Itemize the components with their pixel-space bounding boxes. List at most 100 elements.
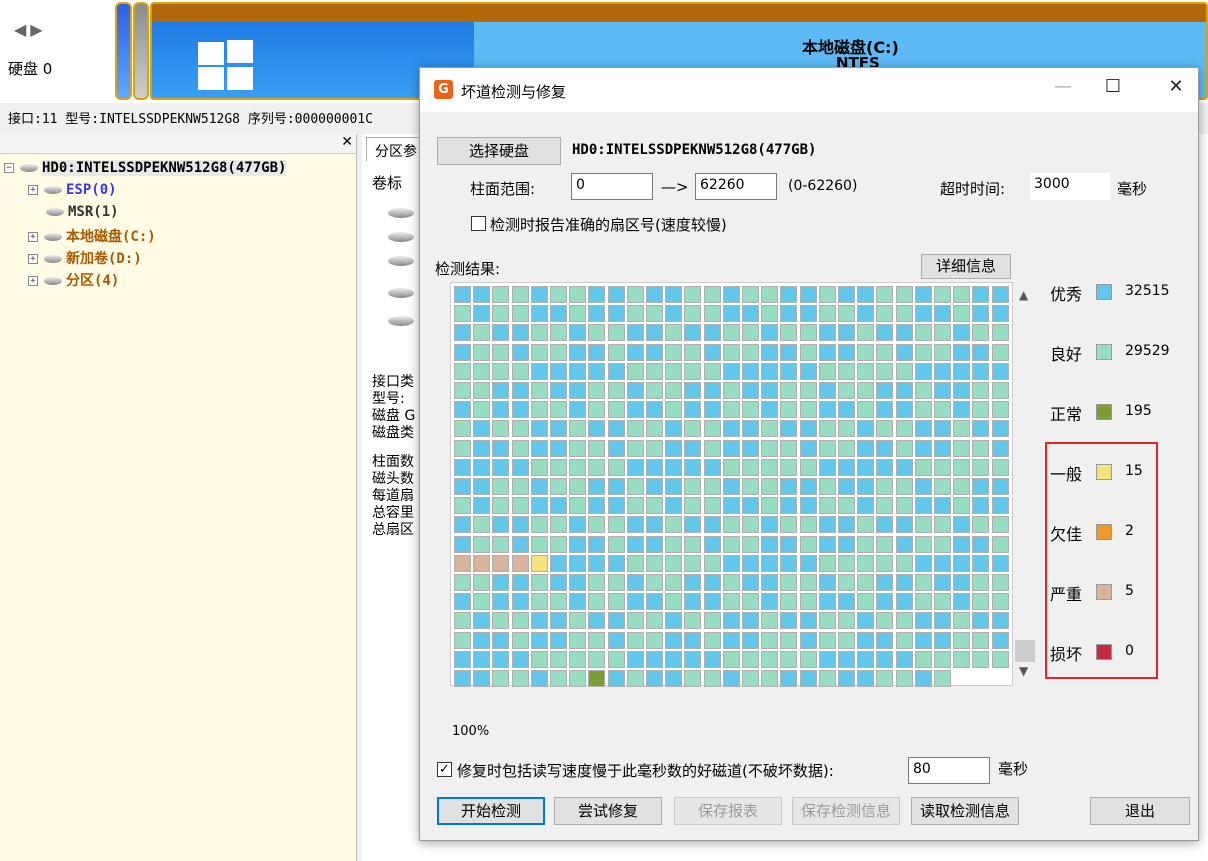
sector-cell [473, 324, 491, 342]
report-exact-checkbox[interactable] [471, 216, 486, 231]
sector-cell [722, 631, 740, 649]
sector-cell [626, 362, 644, 380]
select-disk-button[interactable]: 选择硬盘 [437, 137, 561, 165]
sector-cell [626, 670, 644, 687]
partition-row-icon[interactable] [388, 208, 414, 218]
slow-ms-input[interactable]: 80 [908, 757, 990, 784]
sector-cell [934, 670, 951, 687]
sector-cell [454, 382, 471, 399]
repair-slow-checkbox[interactable]: ✓ [437, 762, 452, 777]
sector-cell [799, 612, 817, 630]
close-icon[interactable]: ✕ [1153, 76, 1199, 104]
scroll-thumb[interactable] [1015, 640, 1035, 662]
sector-cell [607, 324, 625, 342]
sector-cell [780, 343, 798, 361]
sector-cell [703, 612, 721, 630]
sector-cell [569, 593, 587, 611]
close-icon[interactable]: ✕ [341, 134, 353, 150]
sector-cell [857, 382, 875, 399]
expand-icon[interactable]: + [28, 232, 38, 242]
partition-row-icon[interactable] [388, 316, 414, 326]
sector-cell [473, 420, 491, 438]
expand-icon[interactable]: + [28, 254, 38, 264]
sector-cell [473, 439, 491, 457]
sector-cell [646, 516, 663, 534]
range-from-input[interactable]: 0 [571, 173, 653, 200]
sector-cell [799, 670, 817, 687]
load-info-button[interactable]: 读取检测信息 [911, 797, 1019, 825]
tree-disk-node[interactable]: − HD0:INTELSSDPEKNW512G8(477GB) [4, 160, 287, 176]
legend-count: 0 [1125, 643, 1134, 659]
sector-cell [876, 670, 894, 687]
tree-partition-node[interactable]: + 分区(4) [28, 270, 119, 290]
sector-cell [607, 516, 625, 534]
partition-esp-block[interactable] [115, 2, 132, 100]
save-info-button[interactable]: 保存检测信息 [792, 797, 900, 825]
sector-cell [991, 324, 1009, 342]
expand-icon[interactable]: − [4, 163, 14, 173]
start-check-button[interactable]: 开始检测 [437, 797, 545, 825]
tree-partition-node[interactable]: MSR(1) [28, 204, 119, 220]
sector-cell [722, 612, 740, 630]
sector-cell [991, 439, 1009, 457]
sector-cell [838, 574, 855, 591]
sector-cell [953, 497, 971, 515]
tree-partition-node[interactable]: + 新加卷(D:) [28, 248, 142, 268]
sector-cell [972, 324, 990, 342]
minimize-icon: — [1054, 76, 1072, 97]
sector-cell [665, 670, 683, 687]
sector-cell [934, 516, 951, 534]
sector-cell [953, 362, 971, 380]
partition-row-icon[interactable] [388, 232, 414, 242]
sector-cell [857, 554, 875, 572]
sector-cell [742, 401, 759, 419]
exit-button[interactable]: 退出 [1090, 797, 1190, 825]
sector-cell [799, 439, 817, 457]
partition-msr-block[interactable] [133, 2, 149, 100]
legend-name: 优秀 [1050, 285, 1083, 304]
sector-cell [703, 631, 721, 649]
save-report-button[interactable]: 保存报表 [674, 797, 782, 825]
try-repair-button[interactable]: 尝试修复 [554, 797, 662, 825]
grid-scrollbar[interactable]: ▲ ▼ [1013, 282, 1037, 686]
sector-cell [550, 305, 567, 323]
sector-cell [953, 516, 971, 534]
tree-partition-node[interactable]: + ESP(0) [28, 182, 117, 198]
range-to-input[interactable]: 62260 [695, 173, 777, 200]
sector-cell [511, 458, 529, 476]
sector-cell [934, 631, 951, 649]
sector-cell [799, 593, 817, 611]
sector-cell [626, 478, 644, 495]
sector-cell [473, 650, 491, 668]
details-button[interactable]: 详细信息 [921, 254, 1011, 279]
sector-cell [953, 382, 971, 399]
sector-cell [684, 324, 702, 342]
tree-partition-node[interactable]: + 本地磁盘(C:) [28, 226, 156, 246]
maximize-icon[interactable]: ☐ [1090, 76, 1136, 104]
sector-cell [665, 612, 683, 630]
sector-cell [953, 439, 971, 457]
sector-cell [646, 362, 663, 380]
sector-cell [665, 439, 683, 457]
sector-cell [703, 478, 721, 495]
sector-cell [838, 286, 855, 303]
sector-cell [876, 554, 894, 572]
sector-cell [934, 286, 951, 303]
sector-cell [646, 305, 663, 323]
scroll-up-icon[interactable]: ▲ [1019, 288, 1028, 302]
expand-icon[interactable]: + [28, 185, 38, 195]
partition-row-icon[interactable] [388, 288, 414, 298]
sector-cell [703, 439, 721, 457]
sector-cell [665, 401, 683, 419]
sector-cell [761, 420, 779, 438]
expand-icon[interactable]: + [28, 276, 38, 286]
sector-cell [454, 497, 471, 515]
sector-cell [684, 382, 702, 399]
disk-nav-arrows[interactable]: ◀▶ [14, 20, 47, 39]
info-line: 柱面数 [372, 454, 414, 470]
timeout-input[interactable]: 3000 [1030, 173, 1110, 200]
result-label: 检测结果: [435, 260, 501, 278]
partition-row-icon[interactable] [388, 256, 414, 266]
scroll-down-icon[interactable]: ▼ [1019, 664, 1028, 678]
sector-cell [780, 420, 798, 438]
